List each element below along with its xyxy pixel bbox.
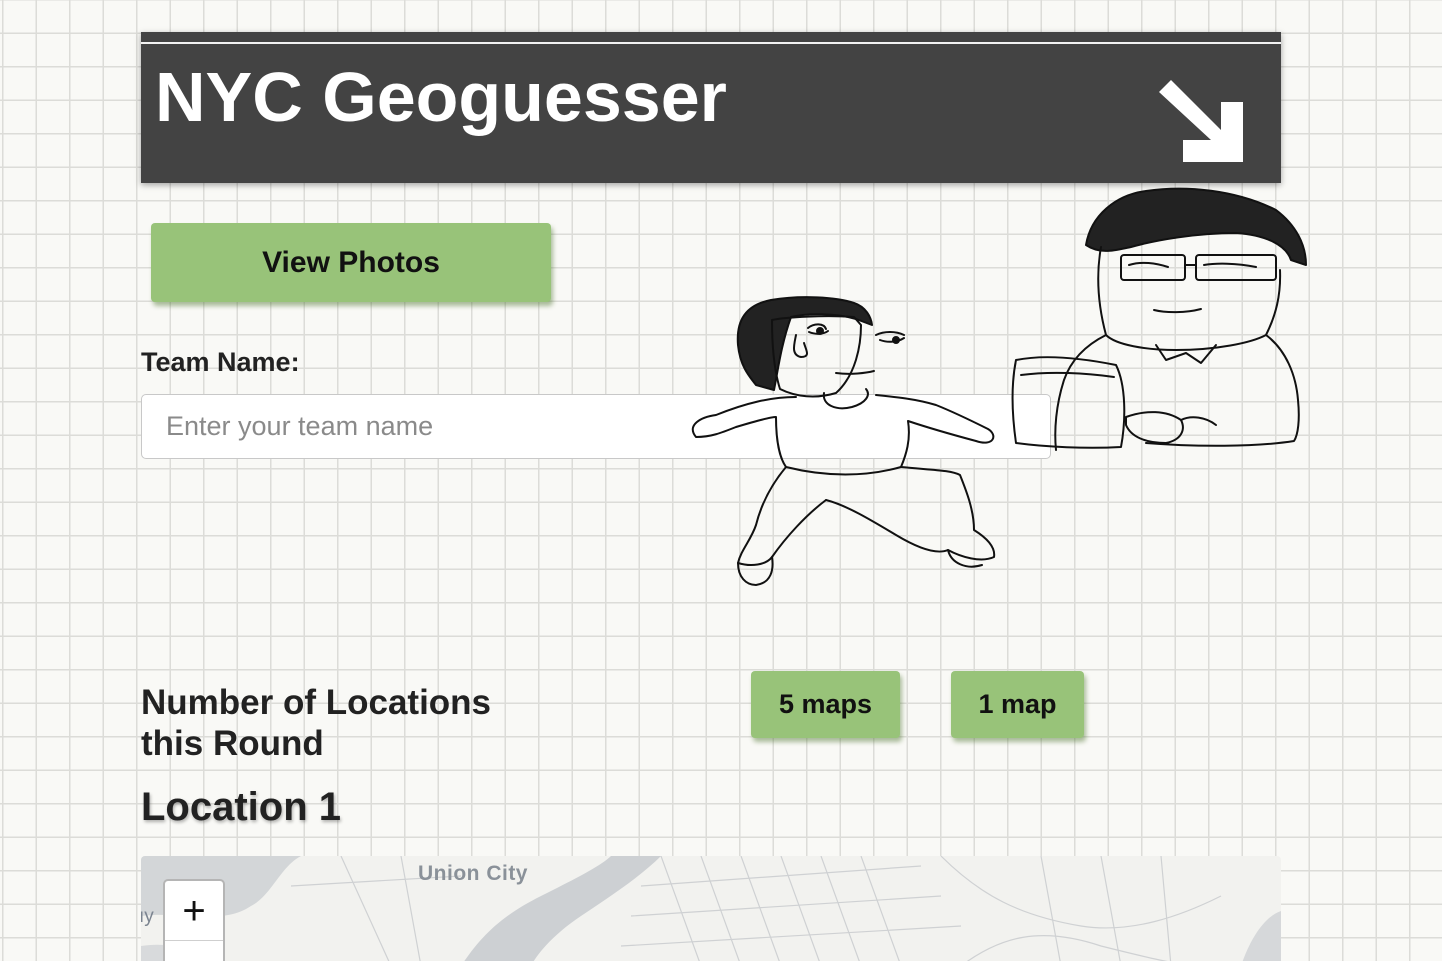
map-edge-label: ıy [141, 906, 154, 927]
page-title: NYC Geoguesser [155, 58, 727, 136]
team-name-label: Team Name: [141, 347, 300, 377]
team-name-input[interactable] [141, 394, 1051, 459]
site-header: NYC Geoguesser [141, 32, 1281, 183]
arrow-down-right-icon [1159, 80, 1243, 162]
location-heading: Location 1 [141, 785, 342, 829]
view-photos-button[interactable]: View Photos [151, 223, 551, 302]
location-count-label: Number of Locations this Round [141, 683, 492, 763]
map-tiles [141, 856, 1281, 961]
doodle-guy [1011, 187, 1307, 451]
zoom-control: + [163, 879, 225, 961]
five-maps-button[interactable]: 5 maps [751, 671, 900, 738]
one-map-button[interactable]: 1 map [951, 671, 1084, 738]
map-view[interactable]: Union City ıy + [141, 856, 1281, 961]
header-stripe [141, 42, 1281, 44]
zoom-in-button[interactable]: + [165, 881, 223, 941]
map-place-label: Union City [418, 862, 528, 885]
doodle-illustration [691, 187, 1307, 586]
